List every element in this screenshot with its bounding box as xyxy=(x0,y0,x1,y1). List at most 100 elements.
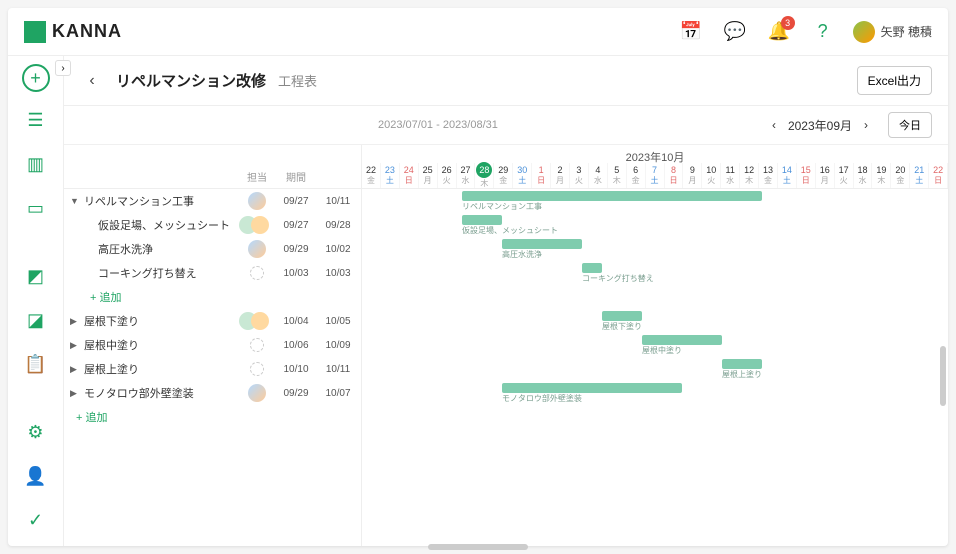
back-button[interactable]: ‹ xyxy=(80,69,104,93)
gantt-row: 屋根下塗り xyxy=(362,309,948,333)
task-assignee[interactable] xyxy=(239,192,275,210)
gantt-bar[interactable] xyxy=(642,335,722,345)
col-assignee: 担当 xyxy=(239,169,275,184)
gantt-bar[interactable] xyxy=(602,311,642,321)
day-column: 30土 xyxy=(513,163,532,188)
task-name-label: コーキング打ち替え xyxy=(98,265,197,281)
task-assignee[interactable] xyxy=(239,266,275,280)
add-icon[interactable]: + xyxy=(22,64,50,92)
task-assignee[interactable] xyxy=(239,312,275,330)
task-row[interactable]: 仮設足場、メッシュシート09/2709/28 xyxy=(64,213,361,237)
help-icon[interactable]: ? xyxy=(809,18,837,46)
task-row[interactable]: 高圧水洗浄09/2910/02 xyxy=(64,237,361,261)
day-column: 12木 xyxy=(740,163,759,188)
check-clipboard-icon[interactable]: ✓ xyxy=(20,504,52,536)
task-assignee[interactable] xyxy=(239,384,275,402)
day-column: 4水 xyxy=(589,163,608,188)
page-subtitle: 工程表 xyxy=(278,71,317,90)
gantt-bar-label: 屋根中塗り xyxy=(642,345,682,356)
board-icon[interactable]: ▥ xyxy=(20,148,52,180)
task-assignee[interactable] xyxy=(239,216,275,234)
task-name-label: 高圧水洗浄 xyxy=(98,241,153,257)
gear-icon[interactable]: ⚙ xyxy=(20,416,52,448)
person-card2-icon[interactable]: ◪ xyxy=(20,304,52,336)
excel-export-button[interactable]: Excel出力 xyxy=(857,66,932,95)
task-end: 10/05 xyxy=(317,316,359,327)
doc-icon[interactable]: ▭ xyxy=(20,192,52,224)
task-assignee[interactable] xyxy=(239,240,275,258)
horizontal-scrollbar[interactable] xyxy=(428,544,528,546)
month-prev-button[interactable]: ‹ xyxy=(768,118,780,132)
day-column: 17火 xyxy=(835,163,854,188)
task-end: 10/02 xyxy=(317,244,359,255)
list-icon[interactable]: ☰ xyxy=(20,104,52,136)
gantt-bar[interactable] xyxy=(502,383,682,393)
sidebar: › + ☰ ▥ ▭ ◩ ◪ 📋 ⚙ 👤 ✓ xyxy=(8,56,64,546)
gantt-row: リペルマンション工事 xyxy=(362,189,948,213)
profile-icon[interactable]: 👤 xyxy=(20,460,52,492)
page-title: リペルマンション改修 xyxy=(116,70,266,91)
topbar: KANNA 📅 💬 🔔3 ? 矢野 穂積 xyxy=(8,8,948,56)
gantt-bar[interactable] xyxy=(582,263,602,273)
task-start: 10/06 xyxy=(275,340,317,351)
gantt-row: モノタロウ部外壁塗装 xyxy=(362,381,948,405)
task-start: 09/27 xyxy=(275,220,317,231)
task-row[interactable]: ▶屋根上塗り10/1010/11 xyxy=(64,357,361,381)
gantt-bar[interactable] xyxy=(722,359,762,369)
today-button[interactable]: 今日 xyxy=(888,112,932,138)
gantt-bar[interactable] xyxy=(502,239,582,249)
day-column: 11水 xyxy=(721,163,740,188)
logo-mark-icon xyxy=(24,21,46,43)
day-column: 15日 xyxy=(797,163,816,188)
task-end: 10/03 xyxy=(317,268,359,279)
gantt-bar[interactable] xyxy=(462,215,502,225)
task-row[interactable]: ▶屋根下塗り10/0410/05 xyxy=(64,309,361,333)
task-end: 10/09 xyxy=(317,340,359,351)
task-row[interactable]: コーキング打ち替え10/0310/03 xyxy=(64,261,361,285)
day-column: 28木 xyxy=(475,163,494,188)
logo[interactable]: KANNA xyxy=(24,21,122,43)
task-row[interactable]: ▶屋根中塗り10/0610/09 xyxy=(64,333,361,357)
sidebar-collapse-button[interactable]: › xyxy=(55,60,71,76)
gantt-row: 高圧水洗浄 xyxy=(362,237,948,261)
gantt-bar[interactable] xyxy=(462,191,762,201)
gantt-bar-label: モノタロウ部外壁塗装 xyxy=(502,393,582,404)
task-start: 09/27 xyxy=(275,196,317,207)
bell-icon[interactable]: 🔔3 xyxy=(765,18,793,46)
day-column: 6金 xyxy=(627,163,646,188)
day-column: 7土 xyxy=(646,163,665,188)
col-period: 期間 xyxy=(275,169,317,184)
gantt-row: コーキング打ち替え xyxy=(362,261,948,285)
day-column: 10火 xyxy=(702,163,721,188)
task-row[interactable]: ▶モノタロウ部外壁塗装09/2910/07 xyxy=(64,381,361,405)
gantt-pane: 2023年10月 22金23土24日25月26火27水28木29金30土1日2月… xyxy=(362,145,948,546)
month-label: 2023年09月 xyxy=(788,117,852,134)
add-task-row[interactable]: + 追加 xyxy=(64,285,361,309)
app-name: KANNA xyxy=(52,21,122,42)
day-column: 20金 xyxy=(891,163,910,188)
calendar-icon[interactable]: 📅 xyxy=(677,18,705,46)
chat-icon[interactable]: 💬 xyxy=(721,18,749,46)
task-assignee[interactable] xyxy=(239,338,275,352)
gantt-month-label: 2023年10月 xyxy=(362,145,948,163)
add-task-row[interactable]: + 追加 xyxy=(64,405,361,429)
person-card-icon[interactable]: ◩ xyxy=(20,260,52,292)
notification-badge: 3 xyxy=(781,16,795,30)
gantt-row xyxy=(362,285,948,309)
user-menu[interactable]: 矢野 穂積 xyxy=(853,21,932,43)
day-column: 9月 xyxy=(683,163,702,188)
task-row[interactable]: ▼リペルマンション工事09/2710/11 xyxy=(64,189,361,213)
day-column: 22金 xyxy=(362,163,381,188)
clipboard-icon[interactable]: 📋 xyxy=(20,348,52,380)
month-next-button[interactable]: › xyxy=(860,118,872,132)
gantt-row: 屋根上塗り xyxy=(362,357,948,381)
gantt-bar-label: コーキング打ち替え xyxy=(582,273,654,284)
day-column: 2月 xyxy=(551,163,570,188)
day-column: 25月 xyxy=(419,163,438,188)
gantt-bar-label: 高圧水洗浄 xyxy=(502,249,542,260)
day-column: 8日 xyxy=(665,163,684,188)
gantt-row xyxy=(362,405,948,429)
task-assignee[interactable] xyxy=(239,362,275,376)
task-name-label: 屋根下塗り xyxy=(84,313,139,329)
vertical-scrollbar[interactable] xyxy=(940,346,946,406)
